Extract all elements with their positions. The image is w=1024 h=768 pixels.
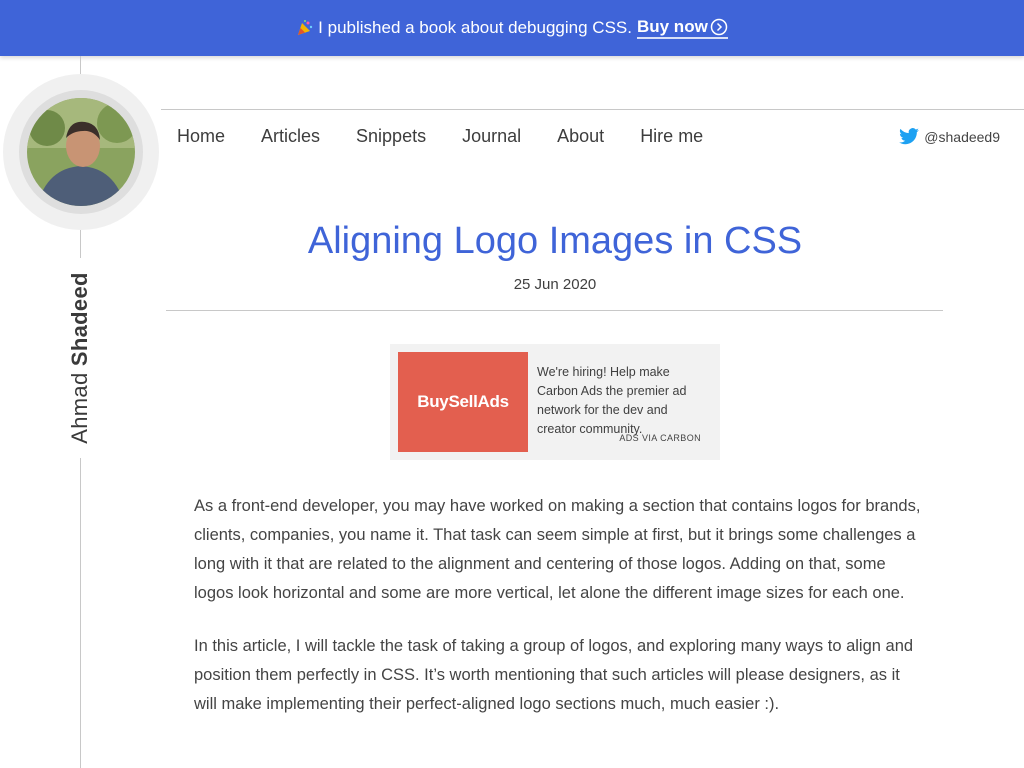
nav-about[interactable]: About xyxy=(557,126,604,147)
sidebar-divider-middle xyxy=(80,230,81,258)
announcement-banner: I published a book about debugging CSS. … xyxy=(0,0,1024,56)
article-paragraph: As a front-end developer, you may have w… xyxy=(194,497,921,602)
nav-home[interactable]: Home xyxy=(177,126,225,147)
title-divider xyxy=(166,310,943,311)
party-popper-icon xyxy=(296,19,314,37)
author-last-name: Shadeed xyxy=(67,272,92,367)
ad-image[interactable]: BuySellAds xyxy=(398,352,528,452)
article-paragraph: In this article, I will tackle the task … xyxy=(194,637,914,713)
author-first-name: Ahmad xyxy=(67,372,92,444)
nav-divider xyxy=(161,109,1024,110)
twitter-link[interactable]: @shadeed9 xyxy=(898,128,1000,146)
twitter-handle: @shadeed9 xyxy=(924,129,1000,145)
main-nav: Home Articles Snippets Journal About Hir… xyxy=(177,126,739,147)
sidebar-divider-bottom xyxy=(80,458,81,768)
article-body: As a front-end developer, you may have w… xyxy=(194,492,922,743)
ad-via-link[interactable]: ADS VIA CARBON xyxy=(619,433,701,443)
twitter-icon xyxy=(899,128,920,145)
ad-text[interactable]: We're hiring! Help make Carbon Ads the p… xyxy=(537,363,707,439)
arrow-circle-icon xyxy=(710,18,728,36)
nav-articles[interactable]: Articles xyxy=(261,126,320,147)
author-name: Ahmad Shadeed xyxy=(67,272,93,443)
page-title: Aligning Logo Images in CSS xyxy=(307,220,803,262)
carbon-ad: BuySellAds We're hiring! Help make Carbo… xyxy=(390,344,720,460)
buy-now-link[interactable]: Buy now xyxy=(636,17,728,39)
avatar-frame xyxy=(3,74,159,230)
banner-message: I published a book about debugging CSS. xyxy=(318,18,632,37)
avatar[interactable] xyxy=(27,98,135,206)
nav-journal[interactable]: Journal xyxy=(462,126,521,147)
article-date: 25 Jun 2020 xyxy=(513,276,597,293)
nav-snippets[interactable]: Snippets xyxy=(356,126,426,147)
nav-hire-me[interactable]: Hire me xyxy=(640,126,703,147)
buy-now-label: Buy now xyxy=(636,17,708,36)
sidebar-divider-top xyxy=(80,56,81,74)
